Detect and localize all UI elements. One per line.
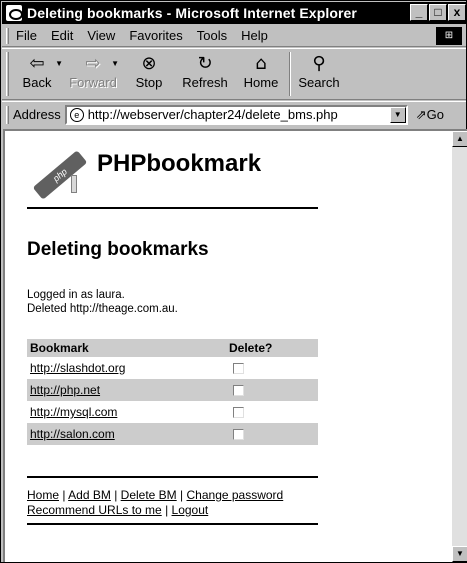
back-dropdown-icon[interactable]: ▼ — [55, 59, 63, 68]
footer-bottom-divider — [27, 523, 318, 525]
close-button[interactable]: x — [448, 4, 466, 21]
refresh-icon: ↻ — [197, 53, 213, 74]
minimize-button[interactable]: _ — [410, 4, 428, 21]
nav-separator: | — [114, 488, 118, 502]
menu-edit[interactable]: Edit — [44, 28, 80, 43]
footer-top-divider — [27, 476, 318, 478]
address-dropdown-icon[interactable]: ▼ — [389, 106, 406, 123]
search-icon: ⚲ — [312, 53, 326, 74]
address-label: Address — [13, 107, 61, 122]
change-password-link[interactable]: Change password — [187, 488, 284, 502]
refresh-label: Refresh — [182, 75, 228, 90]
stop-button[interactable]: ⊗ Stop — [121, 49, 177, 97]
title-bar: Deleting bookmarks - Microsoft Internet … — [2, 2, 466, 24]
menu-help[interactable]: Help — [234, 28, 275, 43]
page-icon: e — [69, 107, 84, 122]
delete-checkbox[interactable] — [233, 385, 244, 397]
bookmark-link[interactable]: http://slashdot.org — [30, 361, 125, 375]
go-label: Go — [426, 106, 444, 122]
footer-nav: Home | Add BM | Delete BM | Change passw… — [27, 488, 283, 518]
delete-column-header: Delete? — [226, 339, 318, 357]
site-logo: php PHPbookmark — [27, 141, 261, 201]
menu-favorites[interactable]: Favorites — [122, 28, 189, 43]
scroll-down-icon[interactable]: ▼ — [452, 546, 467, 562]
delete-checkbox[interactable] — [233, 407, 244, 419]
addressbar-grip[interactable] — [6, 105, 9, 124]
nav-separator: | — [165, 503, 169, 517]
scroll-up-icon[interactable]: ▲ — [452, 131, 467, 147]
forward-label: Forward — [69, 75, 117, 90]
login-status: Logged in as laura. — [27, 289, 125, 301]
delete-checkbox[interactable] — [233, 363, 244, 375]
bookmark-link[interactable]: http://mysql.com — [30, 405, 117, 419]
ie-logo-icon — [6, 5, 23, 21]
recommend-link[interactable]: Recommend URLs to me — [27, 503, 162, 517]
delete-bm-link[interactable]: Delete BM — [121, 488, 177, 502]
stop-label: Stop — [135, 75, 163, 90]
delete-status: Deleted http://theage.com.au. — [27, 303, 178, 315]
nav-separator: | — [62, 488, 66, 502]
bookmark-link[interactable]: http://salon.com — [30, 427, 115, 441]
address-bar: Address e http://webserver/chapter24/del… — [2, 101, 466, 127]
nav-separator: | — [180, 488, 184, 502]
back-button[interactable]: ⇦ Back ▼ — [9, 49, 65, 97]
search-label: Search — [298, 75, 340, 90]
page-heading: Deleting bookmarks — [27, 239, 209, 260]
go-button[interactable]: ⇗Go — [416, 107, 444, 123]
bookmark-table: Bookmark Delete? http://slashdot.org htt… — [27, 339, 318, 445]
page-content: php PHPbookmark Deleting bookmarks Logge… — [3, 129, 452, 562]
menu-file[interactable]: File — [9, 28, 44, 43]
ie-window: Deleting bookmarks - Microsoft Internet … — [0, 0, 467, 563]
bookmark-link[interactable]: http://php.net — [30, 383, 100, 397]
add-bm-link[interactable]: Add BM — [68, 488, 111, 502]
table-row: http://salon.com — [27, 423, 318, 445]
site-title: PHPbookmark — [97, 150, 262, 177]
bookmark-column-header: Bookmark — [27, 339, 226, 357]
zipper-pull — [71, 175, 77, 193]
table-row: http://php.net — [27, 379, 318, 401]
back-label: Back — [22, 75, 52, 90]
zipper-logo-icon: php — [27, 141, 91, 201]
delete-checkbox[interactable] — [233, 429, 244, 441]
forward-dropdown-icon[interactable]: ▼ — [111, 59, 119, 68]
logout-link[interactable]: Logout — [172, 503, 209, 517]
table-row: http://mysql.com — [27, 401, 318, 423]
logo-badge: php — [32, 150, 88, 200]
home-button[interactable]: ⌂ Home — [233, 49, 289, 97]
table-header-row: Bookmark Delete? — [27, 339, 318, 357]
search-button[interactable]: ⚲ Search — [291, 49, 347, 97]
windows-logo-icon: ⊞ — [436, 27, 462, 45]
table-row: http://slashdot.org — [27, 357, 318, 379]
status-message: Logged in as laura. Deleted http://theag… — [27, 288, 178, 316]
forward-button[interactable]: ⇨ Forward ▼ — [65, 49, 121, 97]
home-label: Home — [243, 75, 279, 90]
maximize-button[interactable]: □ — [429, 4, 447, 21]
refresh-button[interactable]: ↻ Refresh — [177, 49, 233, 97]
standard-toolbar: ⇦ Back ▼ ⇨ Forward ▼ ⊗ Stop ↻ Refresh ⌂ … — [2, 48, 466, 100]
menu-bar: File Edit View Favorites Tools Help ⊞ — [2, 25, 466, 47]
back-arrow-icon: ⇦ — [29, 53, 45, 74]
address-url[interactable]: http://webserver/chapter24/delete_bms.ph… — [88, 107, 338, 122]
go-arrow-icon: ⇗ — [415, 106, 427, 122]
window-title: Deleting bookmarks - Microsoft Internet … — [27, 5, 357, 21]
menu-tools[interactable]: Tools — [190, 28, 234, 43]
home-icon: ⌂ — [255, 53, 267, 74]
header-divider — [27, 207, 318, 209]
stop-icon: ⊗ — [141, 53, 157, 74]
menu-view[interactable]: View — [80, 28, 122, 43]
vertical-scrollbar[interactable]: ▲ ▼ — [452, 129, 467, 562]
forward-arrow-icon: ⇨ — [85, 53, 101, 74]
address-input[interactable]: e http://webserver/chapter24/delete_bms.… — [64, 104, 408, 125]
home-link[interactable]: Home — [27, 488, 59, 502]
